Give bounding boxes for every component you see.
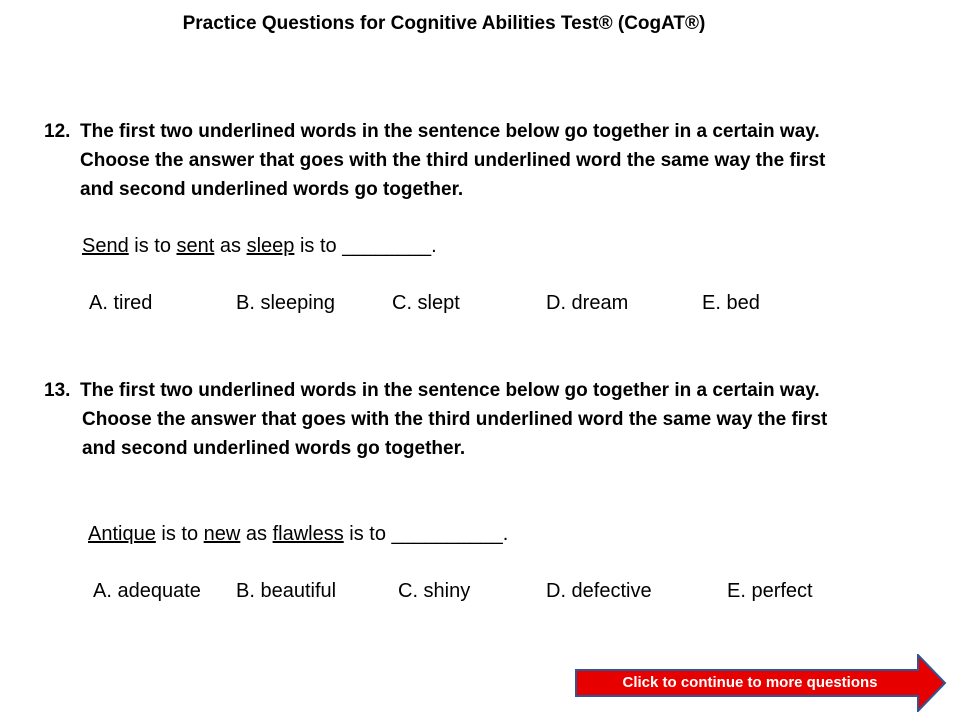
- underlined-word: sleep: [246, 235, 295, 257]
- answer-option-b[interactable]: B. sleeping: [236, 292, 335, 315]
- question-13: 13. The first two underlined words in the…: [44, 376, 924, 463]
- answer-option-c[interactable]: C. slept: [392, 292, 460, 315]
- question-number: 13.: [44, 380, 71, 401]
- answer-option-e[interactable]: E. perfect: [727, 580, 813, 603]
- underlined-word: sent: [176, 235, 215, 257]
- analogy-sentence: Send is to sent as sleep is to ________.: [82, 235, 437, 257]
- question-prompt-line: and second underlined words go together.: [82, 438, 466, 459]
- underlined-word: new: [203, 523, 241, 545]
- answer-blank: __________: [391, 523, 503, 545]
- continue-button[interactable]: Click to continue to more questions: [575, 654, 947, 712]
- continue-button-label: Click to continue to more questions: [622, 674, 878, 691]
- answer-option-a[interactable]: A. tired: [89, 292, 152, 315]
- question-prompt-line: 12. The first two underlined words in the…: [44, 117, 924, 146]
- page-title: Practice Questions for Cognitive Abiliti…: [182, 13, 706, 34]
- answer-option-d[interactable]: D. defective: [546, 580, 652, 603]
- answer-blank: ________: [342, 235, 432, 257]
- answer-option-b[interactable]: B. beautiful: [236, 580, 336, 603]
- question-prompt-line: and second underlined words go together.: [80, 179, 464, 200]
- question-prompt-line: 13. The first two underlined words in the…: [44, 376, 924, 405]
- answer-option-a[interactable]: A. adequate: [93, 580, 201, 603]
- analogy-sentence: Antique is to new as flawless is to ____…: [88, 523, 509, 545]
- question-prompt-line: Choose the answer that goes with the thi…: [82, 409, 828, 430]
- question-12: 12. The first two underlined words in the…: [44, 117, 924, 204]
- question-number: 12.: [44, 121, 71, 142]
- answer-option-c[interactable]: C. shiny: [398, 580, 470, 603]
- question-prompt-line: Choose the answer that goes with the thi…: [80, 150, 826, 171]
- answer-option-d[interactable]: D. dream: [546, 292, 628, 315]
- underlined-word: flawless: [272, 523, 344, 545]
- underlined-word: Send: [82, 235, 129, 257]
- underlined-word: Antique: [88, 523, 156, 545]
- answer-option-e[interactable]: E. bed: [702, 292, 760, 315]
